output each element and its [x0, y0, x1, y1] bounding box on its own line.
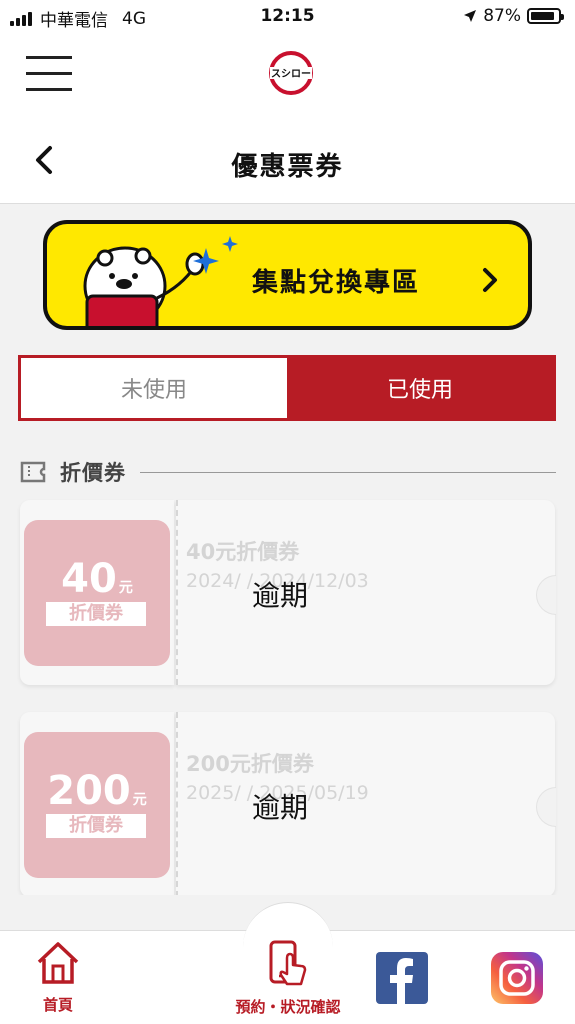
coupon-status: 逾期 — [252, 579, 309, 612]
nav-reservation-label: 預約・狀況確認 — [235, 998, 341, 1016]
home-icon — [37, 942, 79, 984]
nav-reservation[interactable]: 預約・狀況確認 — [222, 940, 354, 1017]
coupon-body — [176, 500, 555, 685]
hamburger-icon[interactable] — [26, 56, 72, 91]
location-arrow-icon — [464, 10, 477, 22]
otter-mascot-icon — [83, 246, 205, 326]
coupon-name: 40元折價券 — [186, 540, 300, 564]
title-bar: 優惠票券 — [0, 114, 575, 204]
status-right: 87% — [463, 6, 564, 26]
battery-icon — [527, 8, 564, 24]
coupon-item[interactable]: 200 元 折價券 200元折價券 2025/ / 2025/05/19 逾期 — [20, 712, 556, 895]
section-header: 折價券 — [20, 457, 556, 487]
battery-percent: 87% — [483, 6, 521, 26]
nav-home-label: 首頁 — [42, 996, 73, 1014]
page-title: 優惠票券 — [231, 152, 344, 182]
points-exchange-banner[interactable]: 集點兌換專區 — [43, 220, 532, 330]
coupon-tag: 折價券 — [46, 814, 146, 838]
sushiro-logo[interactable]: スシロー — [268, 50, 314, 96]
coupon-amount: 40 元 — [61, 556, 133, 602]
chevron-right-icon — [483, 268, 497, 292]
nav-home[interactable]: 首頁 — [28, 940, 88, 1015]
status-bar: 中華電信 4G 12:15 87% — [0, 0, 575, 34]
coupon-tabs: 未使用 已使用 — [18, 355, 556, 421]
facebook-icon[interactable] — [376, 952, 428, 1004]
coupon-amount: 200 元 — [47, 768, 147, 814]
instagram-icon[interactable] — [491, 952, 543, 1004]
coupon-card: 40 元 折價券 — [24, 520, 170, 666]
coupon-status: 逾期 — [252, 791, 309, 824]
tab-used[interactable]: 已使用 — [287, 358, 553, 418]
section-divider — [140, 471, 556, 473]
phone-tap-icon — [269, 940, 307, 986]
coupon-card: 200 元 折價券 — [24, 732, 170, 878]
banner-label: 集點兌換專區 — [252, 268, 421, 298]
sparkle-icon — [193, 236, 238, 274]
coupon-name: 200元折價券 — [186, 752, 314, 776]
app-header: スシロー — [0, 34, 575, 114]
ticket-icon — [20, 461, 46, 483]
coupon-tag: 折價券 — [46, 602, 146, 626]
coupon-item[interactable]: 40 元 折價券 40元折價券 2024/ / 2024/12/03 逾期 — [20, 500, 556, 685]
section-title: 折價券 — [60, 461, 126, 485]
logo-text: スシロー — [271, 68, 311, 80]
tab-unused[interactable]: 未使用 — [21, 358, 287, 418]
content-area[interactable]: 集點兌換專區 未使用 已使用 折價券 40 元 折價券 40元折價券 2024/ … — [0, 205, 575, 895]
